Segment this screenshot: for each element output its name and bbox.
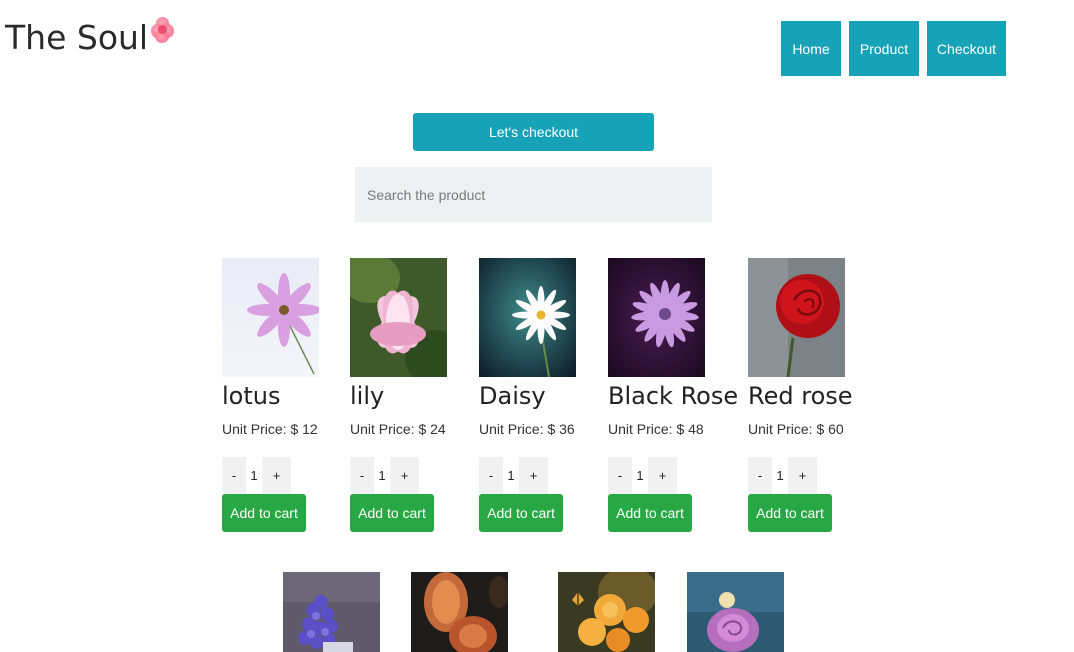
decrease-button[interactable]: -: [222, 457, 246, 494]
brand-name: The Soul: [5, 18, 149, 57]
product-card-black-rose: Black Rose Unit Price: $ 48 - 1 + Add to…: [608, 258, 739, 532]
increase-button[interactable]: +: [262, 457, 291, 494]
quantity-value: 1: [503, 468, 519, 483]
increase-button[interactable]: +: [648, 457, 677, 494]
quantity-stepper: - 1 +: [608, 457, 718, 494]
add-to-cart-button[interactable]: Add to cart: [608, 494, 692, 532]
product-price: Unit Price: $ 12: [222, 421, 318, 437]
add-to-cart-button[interactable]: Add to cart: [222, 494, 306, 532]
product-card-lily: lily Unit Price: $ 24 - 1 + Add to cart: [350, 258, 460, 532]
search-input[interactable]: [355, 167, 712, 222]
increase-button[interactable]: +: [519, 457, 548, 494]
add-to-cart-button[interactable]: Add to cart: [748, 494, 832, 532]
rose-icon: [150, 15, 176, 45]
quantity-value: 1: [246, 468, 262, 483]
quantity-value: 1: [772, 468, 788, 483]
product-price: Unit Price: $ 48: [608, 421, 704, 437]
product-image[interactable]: [479, 258, 576, 377]
add-to-cart-button[interactable]: Add to cart: [350, 494, 434, 532]
increase-button[interactable]: +: [390, 457, 419, 494]
quantity-stepper: - 1 +: [479, 457, 589, 494]
page: The Soul Home Product Checkout Let's che…: [0, 0, 1074, 652]
quantity-stepper: - 1 +: [222, 457, 332, 494]
decrease-button[interactable]: -: [608, 457, 632, 494]
lets-checkout-button[interactable]: Let's checkout: [413, 113, 654, 151]
quantity-stepper: - 1 +: [350, 457, 460, 494]
quantity-value: 1: [632, 468, 648, 483]
decrease-button[interactable]: -: [350, 457, 374, 494]
product-image-orange-flowers[interactable]: [558, 572, 655, 652]
product-card-red-rose: Red rose Unit Price: $ 60 - 1 + Add to c…: [748, 258, 858, 532]
decrease-button[interactable]: -: [479, 457, 503, 494]
quantity-value: 1: [374, 468, 390, 483]
product-name: Red rose: [748, 382, 853, 410]
increase-button[interactable]: +: [788, 457, 817, 494]
product-name: Black Rose: [608, 382, 739, 410]
product-price: Unit Price: $ 36: [479, 421, 575, 437]
nav-product-button[interactable]: Product: [849, 21, 919, 76]
brand-logo[interactable]: The Soul: [5, 15, 176, 57]
product-image[interactable]: [222, 258, 319, 377]
product-card-lotus: lotus Unit Price: $ 12 - 1 + Add to cart: [222, 258, 332, 532]
product-image[interactable]: [608, 258, 705, 377]
nav-home-button[interactable]: Home: [781, 21, 841, 76]
product-name: lily: [350, 382, 385, 410]
quantity-stepper: - 1 +: [748, 457, 858, 494]
nav-checkout-button[interactable]: Checkout: [927, 21, 1006, 76]
product-image[interactable]: [350, 258, 447, 377]
product-price: Unit Price: $ 60: [748, 421, 844, 437]
add-to-cart-button[interactable]: Add to cart: [479, 494, 563, 532]
product-image[interactable]: [748, 258, 845, 377]
product-name: lotus: [222, 382, 281, 410]
product-image-orange-rose[interactable]: [411, 572, 508, 652]
product-card-daisy: Daisy Unit Price: $ 36 - 1 + Add to cart: [479, 258, 589, 532]
product-price: Unit Price: $ 24: [350, 421, 446, 437]
decrease-button[interactable]: -: [748, 457, 772, 494]
product-name: Daisy: [479, 382, 546, 410]
product-image-hyacinth[interactable]: [283, 572, 380, 652]
product-image-purple-rose[interactable]: [687, 572, 784, 652]
